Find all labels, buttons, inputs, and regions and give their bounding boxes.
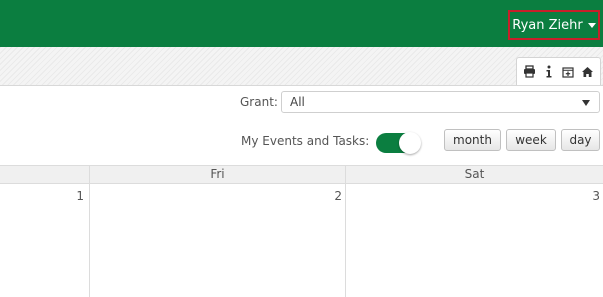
- day-number-1[interactable]: 1: [60, 189, 84, 203]
- divider: [0, 85, 603, 86]
- print-icon[interactable]: [522, 64, 538, 80]
- grant-label: Grant:: [240, 95, 278, 109]
- calendar-add-icon[interactable]: [560, 64, 576, 80]
- month-view-button[interactable]: month: [444, 129, 501, 151]
- home-icon[interactable]: [579, 64, 595, 80]
- events-tasks-toggle[interactable]: [376, 132, 421, 154]
- day-view-button[interactable]: day: [561, 129, 600, 151]
- calendar-column-divider: [345, 165, 346, 297]
- calendar-header-sat: Sat: [346, 165, 603, 184]
- day-number-2[interactable]: 2: [318, 189, 342, 203]
- grant-selected-value: All: [290, 95, 305, 109]
- toolbar-strip: [0, 47, 603, 85]
- user-name: Ryan Ziehr: [512, 17, 583, 33]
- info-icon[interactable]: [541, 64, 557, 80]
- week-view-button[interactable]: week: [506, 129, 556, 151]
- calendar-column-divider: [89, 165, 90, 297]
- toggle-knob: [399, 132, 421, 154]
- grant-select[interactable]: All: [281, 91, 600, 113]
- toolbar-icon-group: [516, 57, 601, 85]
- dropdown-arrow-icon: [582, 100, 590, 106]
- top-navigation-bar: Ryan Ziehr: [0, 0, 603, 47]
- day-number-3[interactable]: 3: [574, 189, 600, 203]
- events-tasks-label: My Events and Tasks:: [241, 134, 370, 148]
- user-menu-button[interactable]: Ryan Ziehr: [508, 10, 600, 40]
- caret-down-icon: [587, 23, 596, 28]
- calendar-header-prev-day: [0, 165, 89, 184]
- calendar-header-fri: Fri: [90, 165, 345, 184]
